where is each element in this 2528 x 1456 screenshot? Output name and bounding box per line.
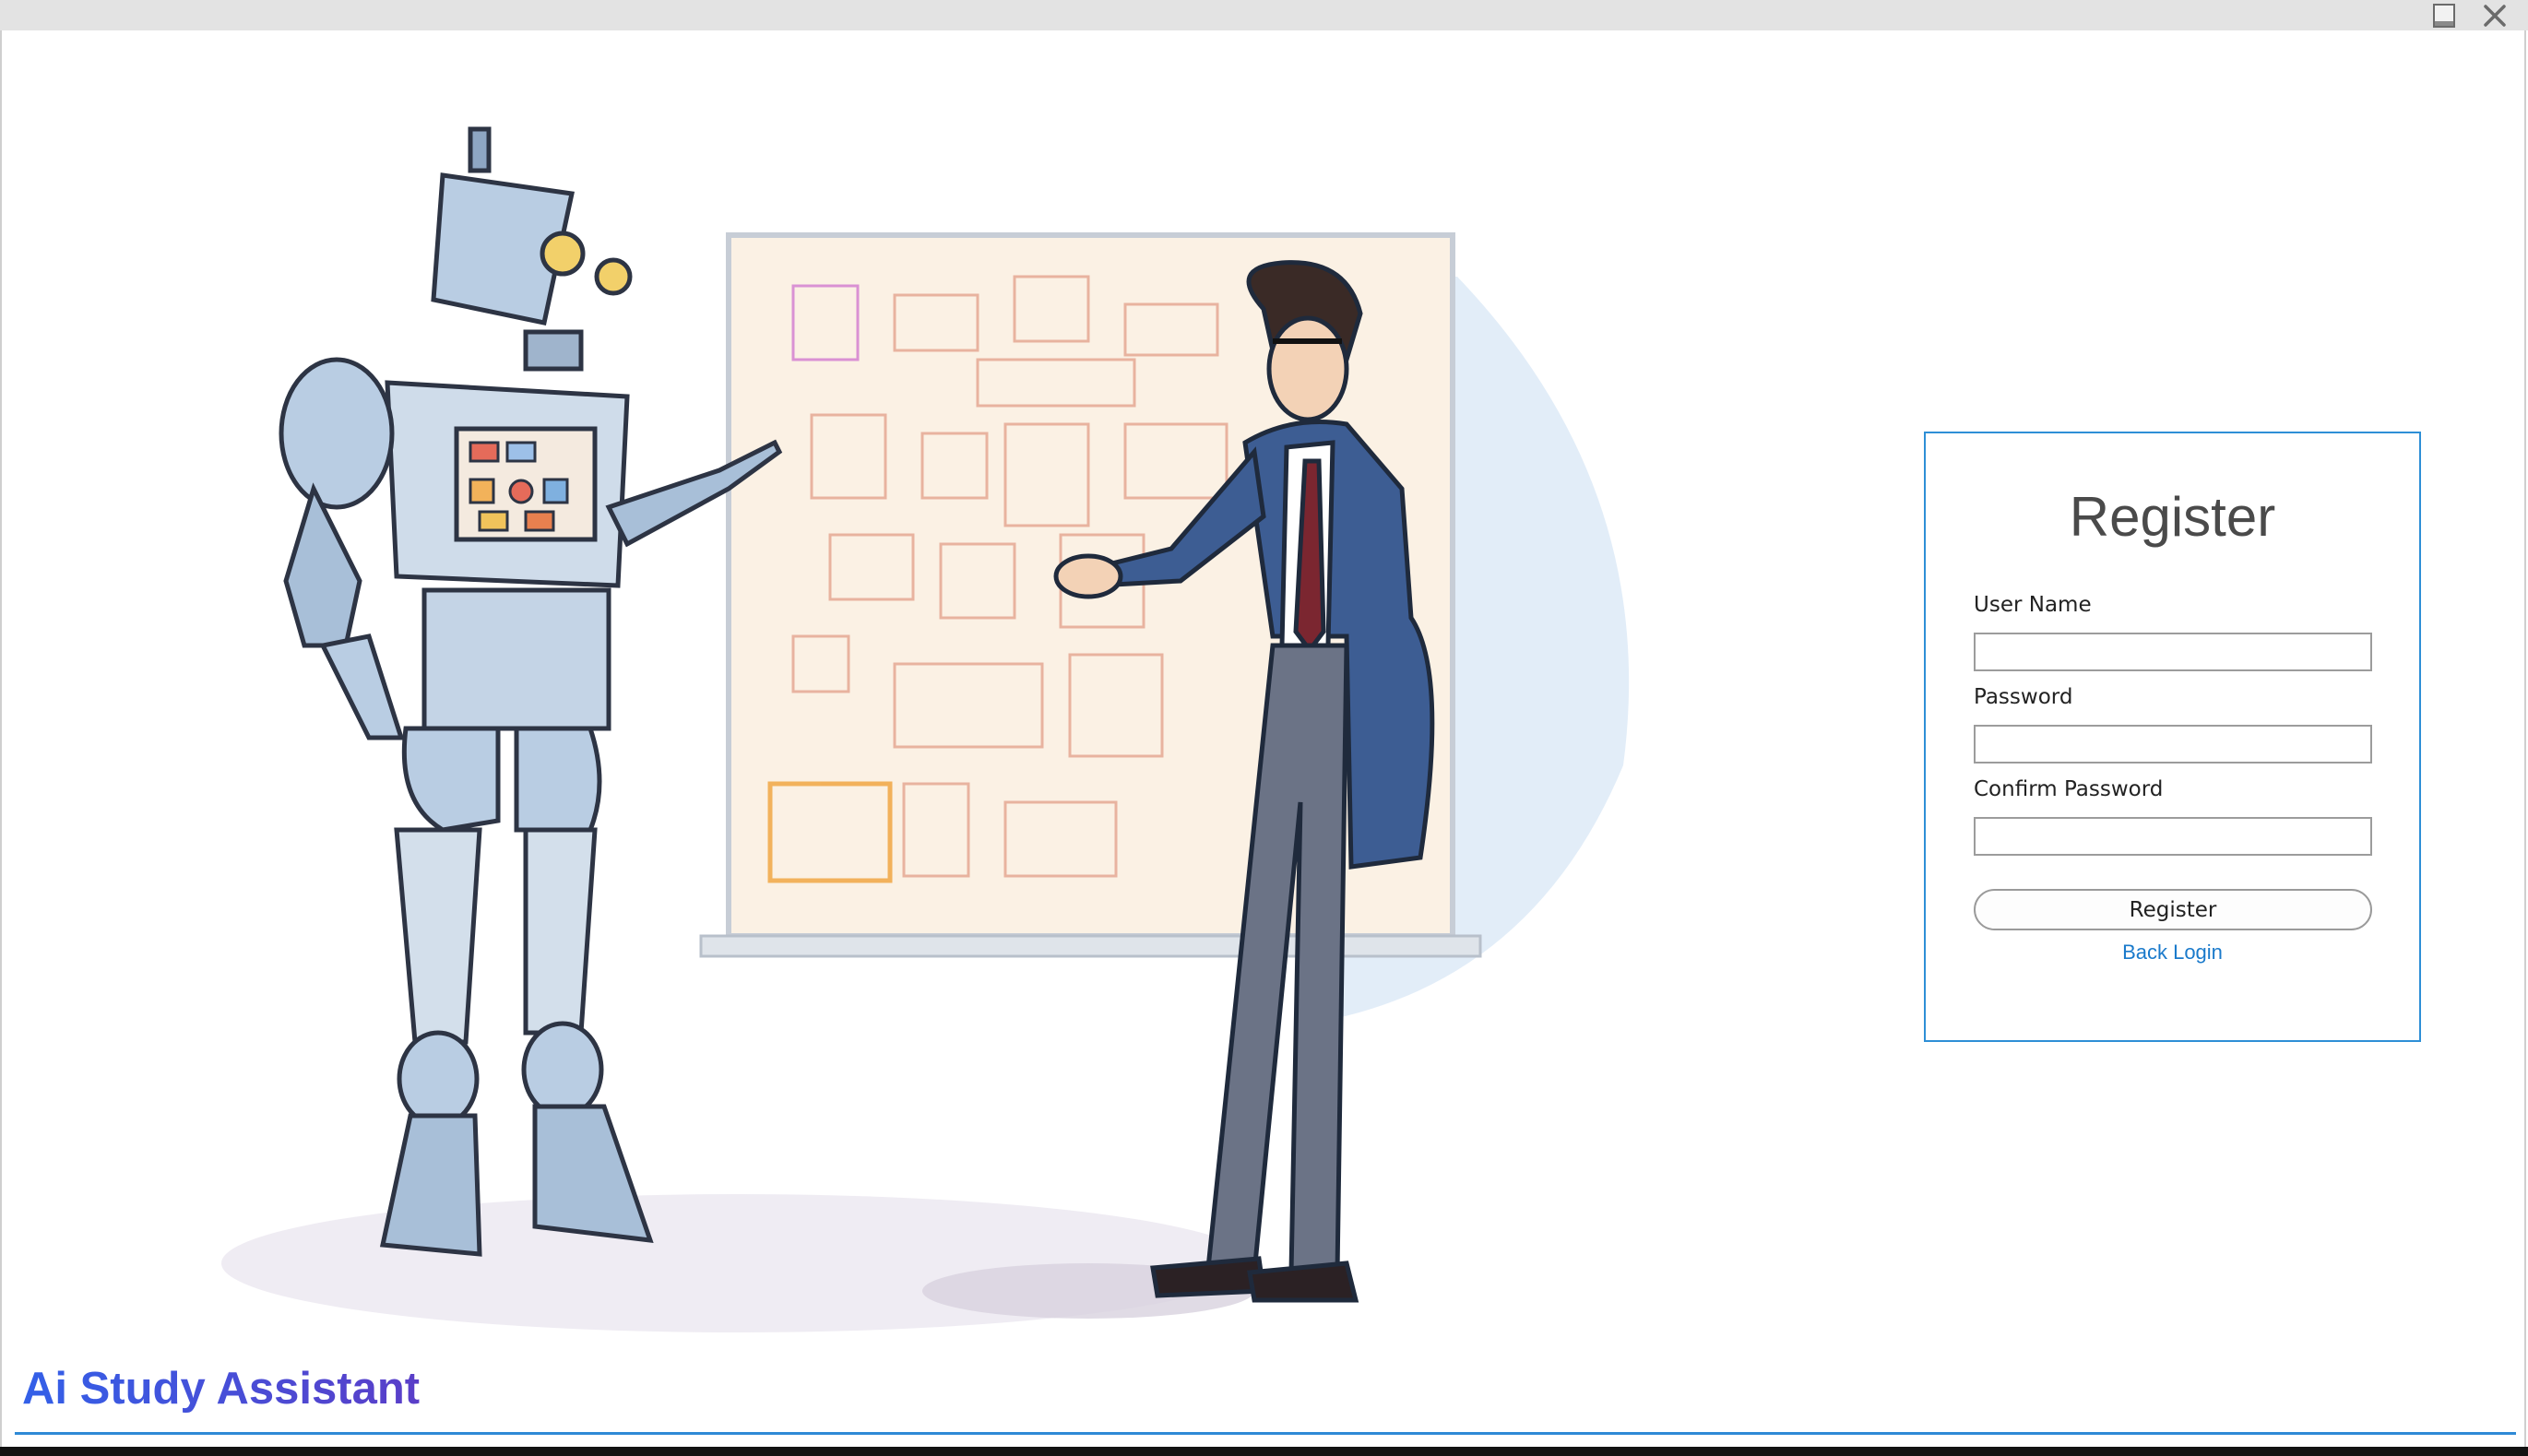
register-button[interactable]: Register: [1974, 889, 2372, 930]
window-title-bar: [0, 0, 2528, 30]
minimize-icon: [2433, 4, 2455, 28]
password-input[interactable]: [1974, 725, 2372, 764]
password-label: Password: [1974, 685, 2073, 709]
register-panel: Register User Name Password Confirm Pass…: [1924, 432, 2421, 1042]
footer-divider: [15, 1432, 2516, 1435]
register-button-label: Register: [2129, 897, 2217, 922]
minimize-button[interactable]: [2430, 2, 2458, 30]
close-icon: [2484, 5, 2506, 27]
close-button[interactable]: [2481, 2, 2509, 30]
confirm-password-label: Confirm Password: [1974, 777, 2164, 801]
username-label: User Name: [1974, 593, 2092, 617]
window-bottom-edge: [0, 1447, 2528, 1456]
register-title: Register: [2069, 486, 2276, 548]
app-title: Ai Study Assistant: [22, 1364, 421, 1414]
back-login-link[interactable]: Back Login: [1926, 941, 2419, 965]
username-input[interactable]: [1974, 633, 2372, 671]
robot-teacher-illustration: [221, 126, 1630, 1332]
confirm-password-input[interactable]: [1974, 817, 2372, 856]
